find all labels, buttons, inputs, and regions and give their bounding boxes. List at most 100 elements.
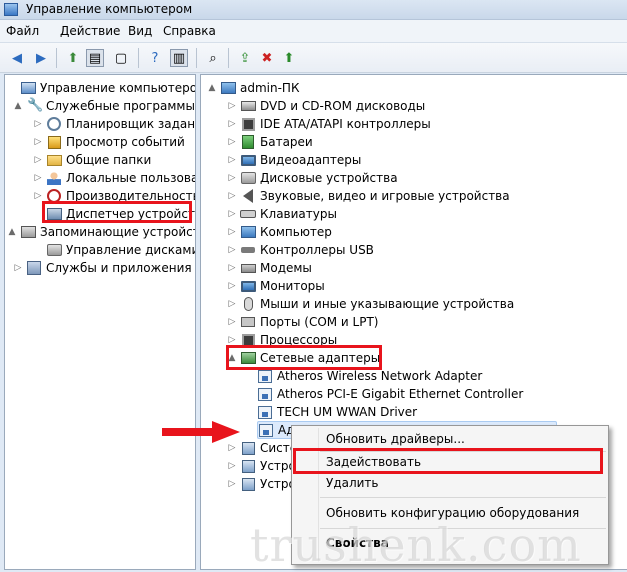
clock-icon xyxy=(46,116,62,132)
tree-item-label: admin-ПК xyxy=(240,81,300,95)
tree-item-label: Запоминающие устройст xyxy=(40,225,196,239)
collapse-arrow-icon[interactable]: ▲ xyxy=(13,101,23,111)
show-tree-icon[interactable]: ▤ xyxy=(86,49,104,67)
tree-item-label: Просмотр событий xyxy=(66,135,185,149)
expand-arrow-icon[interactable]: ▷ xyxy=(227,335,237,345)
disk-management-icon xyxy=(46,242,62,258)
device-category-label: Клавиатуры xyxy=(260,207,337,221)
expand-arrow-icon[interactable]: ▷ xyxy=(227,173,237,183)
device-icon xyxy=(240,458,256,474)
device-category[interactable]: ▷ Устро xyxy=(227,457,296,475)
expand-arrow-icon[interactable]: ▷ xyxy=(227,119,237,129)
tree-item-services-apps[interactable]: ▷ Службы и приложения xyxy=(13,259,192,277)
dvd-drive-icon xyxy=(240,98,256,114)
device-category[interactable]: ▷ Мониторы xyxy=(227,277,325,295)
expand-arrow-icon[interactable]: ▷ xyxy=(33,119,43,129)
computer-icon xyxy=(220,80,236,96)
expand-arrow-icon[interactable]: ▷ xyxy=(227,479,237,489)
properties-icon[interactable]: ▢ xyxy=(112,49,130,67)
collapse-arrow-icon[interactable]: ▲ xyxy=(207,83,217,93)
expand-arrow-icon[interactable]: ▷ xyxy=(13,263,23,273)
device-category-label: Батареи xyxy=(260,135,313,149)
expand-arrow-icon[interactable]: ▷ xyxy=(227,137,237,147)
tree-item-computer-management[interactable]: Управление компьютером (л xyxy=(7,79,195,97)
network-device[interactable]: Atheros PCI-E Gigabit Ethernet Controlle… xyxy=(257,385,523,403)
tree-root-computer[interactable]: ▲ admin-ПК xyxy=(207,79,300,97)
device-category[interactable]: ▷ Клавиатуры xyxy=(227,205,337,223)
toolbar: ◀ ▶ ⬆ ▤ ▢ ? ▥ ⌕ ⇪ ✖ ⬆ xyxy=(0,43,627,73)
red-arrow-icon xyxy=(162,421,240,443)
tree-item-task-scheduler[interactable]: ▷ Планировщик заданий xyxy=(33,115,195,133)
expand-arrow-icon[interactable]: ▷ xyxy=(33,137,43,147)
back-arrow-icon[interactable]: ◀ xyxy=(8,49,26,67)
keyboard-icon xyxy=(240,206,256,222)
tree-item-disk-management[interactable]: Управление дисками xyxy=(33,241,196,259)
help-icon[interactable]: ? xyxy=(146,49,164,67)
device-category[interactable]: ▷ Звуковые, видео и игровые устройства xyxy=(227,187,510,205)
menu-view[interactable]: Вид xyxy=(128,24,152,38)
uninstall-icon[interactable]: ✖ xyxy=(258,49,276,67)
device-category[interactable]: ▷ Модемы xyxy=(227,259,312,277)
mouse-icon xyxy=(240,296,256,312)
device-category[interactable]: ▷ Мыши и иные указывающие устройства xyxy=(227,295,514,313)
device-category[interactable]: ▷ Контроллеры USB xyxy=(227,241,374,259)
device-category[interactable]: ▷ Компьютер xyxy=(227,223,332,241)
device-category[interactable]: ▷ Дисковые устройства xyxy=(227,169,398,187)
network-device[interactable]: TECH UM WWAN Driver xyxy=(257,403,417,421)
device-category-label: Модемы xyxy=(260,261,312,275)
storage-icon xyxy=(20,224,36,240)
device-category[interactable]: ▷ DVD и CD-ROM дисководы xyxy=(227,97,426,115)
device-category[interactable]: ▷ Устро xyxy=(227,475,296,493)
expand-arrow-icon[interactable]: ▷ xyxy=(33,191,43,201)
tree-item-shared-folders[interactable]: ▷ Общие папки xyxy=(33,151,152,169)
expand-arrow-icon[interactable]: ▷ xyxy=(227,191,237,201)
expand-arrow-icon[interactable]: ▷ xyxy=(227,443,237,453)
toolbar-separator xyxy=(56,48,57,68)
tree-item-event-viewer[interactable]: ▷ Просмотр событий xyxy=(33,133,185,151)
expand-arrow-icon[interactable]: ▷ xyxy=(33,173,43,183)
expand-arrow-icon[interactable]: ▷ xyxy=(227,101,237,111)
menu-help[interactable]: Справка xyxy=(163,24,216,38)
menu-action[interactable]: Действие xyxy=(60,24,120,38)
expand-arrow-icon[interactable]: ▷ xyxy=(227,461,237,471)
expand-arrow-icon[interactable]: ▷ xyxy=(227,317,237,327)
forward-arrow-icon[interactable]: ▶ xyxy=(32,49,50,67)
update-driver-icon[interactable]: ⇪ xyxy=(236,49,254,67)
action-pane-icon[interactable]: ▥ xyxy=(170,49,188,67)
tree-item-label: Управление дисками xyxy=(66,243,196,257)
scan-hardware-icon[interactable]: ⌕ xyxy=(204,49,222,67)
device-category[interactable]: ▷ Порты (COM и LPT) xyxy=(227,313,379,331)
toolbar-separator xyxy=(196,48,197,68)
tree-item-system-tools[interactable]: ▲ 🔧 Служебные программы xyxy=(13,97,195,115)
collapse-arrow-icon[interactable]: ▲ xyxy=(7,227,17,237)
system-device-icon xyxy=(240,440,256,456)
tree-item-local-users[interactable]: ▷ Локальные пользовате xyxy=(33,169,195,187)
tree-item-label: Служебные программы xyxy=(46,99,195,113)
watermark: trushenk.com xyxy=(250,518,582,572)
menu-item-uninstall[interactable]: Удалить xyxy=(326,476,379,490)
enable-device-icon[interactable]: ⬆ xyxy=(280,49,298,67)
tree-item-storage[interactable]: ▲ Запоминающие устройст xyxy=(7,223,196,241)
menu-item-update-drivers[interactable]: Обновить драйверы... xyxy=(326,432,465,446)
network-card-icon xyxy=(257,368,273,384)
disabled-network-card-icon xyxy=(258,422,274,438)
expand-arrow-icon[interactable]: ▷ xyxy=(227,245,237,255)
menu-file[interactable]: Файл xyxy=(6,24,39,38)
device-category-label: Звуковые, видео и игровые устройства xyxy=(260,189,510,203)
device-category[interactable]: ▷ IDE ATA/ATAPI контроллеры xyxy=(227,115,431,133)
expand-arrow-icon[interactable]: ▷ xyxy=(227,299,237,309)
up-folder-icon[interactable]: ⬆ xyxy=(64,49,82,67)
highlight-device-manager xyxy=(42,201,192,223)
console-tree-pane[interactable]: Управление компьютером (л ▲ 🔧 Служебные … xyxy=(4,74,196,570)
expand-arrow-icon[interactable]: ▷ xyxy=(227,281,237,291)
expand-arrow-icon[interactable]: ▷ xyxy=(227,227,237,237)
expand-arrow-icon[interactable]: ▷ xyxy=(227,155,237,165)
expand-arrow-icon[interactable]: ▷ xyxy=(33,155,43,165)
usb-icon xyxy=(240,242,256,258)
users-icon xyxy=(46,170,62,186)
disk-drive-icon xyxy=(240,170,256,186)
expand-arrow-icon[interactable]: ▷ xyxy=(227,209,237,219)
device-category[interactable]: ▷ Батареи xyxy=(227,133,313,151)
device-category[interactable]: ▷ Видеоадаптеры xyxy=(227,151,362,169)
expand-arrow-icon[interactable]: ▷ xyxy=(227,263,237,273)
